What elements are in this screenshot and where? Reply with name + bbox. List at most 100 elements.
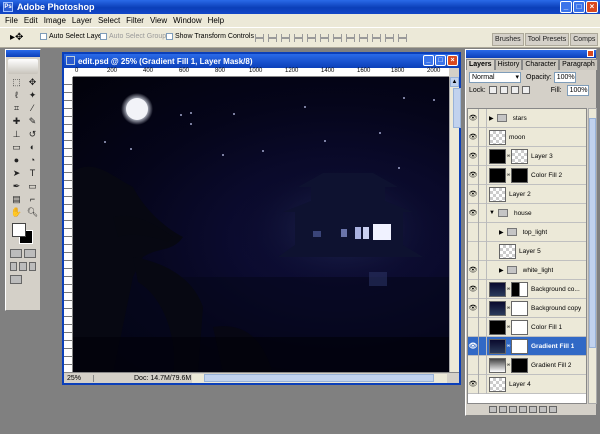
magic-wand-tool-icon[interactable]: ✦ xyxy=(26,90,39,101)
crop-tool-icon[interactable]: ⌗ xyxy=(10,103,23,114)
delete-layer-icon[interactable] xyxy=(549,405,557,413)
tab-history[interactable]: History xyxy=(494,59,523,70)
menu-edit[interactable]: Edit xyxy=(21,16,41,25)
doc-close-button[interactable]: × xyxy=(447,55,458,66)
tab-paragraph[interactable]: Paragraph xyxy=(559,59,598,70)
layer-thumbnail[interactable] xyxy=(489,186,506,202)
layers-palette-title-bar[interactable] xyxy=(466,50,596,58)
eyedropper-tool-icon[interactable]: ⌐ xyxy=(26,194,39,205)
layer-mask-thumbnail[interactable] xyxy=(511,319,528,335)
maximize-button[interactable]: □ xyxy=(573,1,585,13)
layer-mask-thumbnail[interactable] xyxy=(511,148,528,164)
layer-link-slot[interactable] xyxy=(479,336,487,356)
tab-character[interactable]: Character xyxy=(522,59,560,70)
healing-brush-tool-icon[interactable]: ✚ xyxy=(10,116,23,127)
layer-link-slot[interactable] xyxy=(479,165,487,185)
fill-field[interactable]: 100% xyxy=(566,84,589,96)
menu-file[interactable]: File xyxy=(2,16,21,25)
menu-filter[interactable]: Filter xyxy=(123,16,147,25)
clone-stamp-tool-icon[interactable]: ⊥ xyxy=(10,129,23,140)
foreground-color-swatch[interactable] xyxy=(12,223,26,237)
align-bottom-icon[interactable] xyxy=(281,34,290,42)
layer-link-slot[interactable] xyxy=(479,355,487,375)
distribute-left-icon[interactable] xyxy=(372,34,381,42)
lock-transparency-icon[interactable] xyxy=(488,86,497,94)
move-tool-icon[interactable]: ✥ xyxy=(26,77,39,88)
layers-scroll-thumb[interactable] xyxy=(589,118,596,348)
layer-row[interactable]: 👁︎ ▶ stars xyxy=(468,109,586,128)
tab-layers[interactable]: Layers xyxy=(466,59,495,70)
toolbox-title-bar[interactable] xyxy=(6,50,40,57)
menu-window[interactable]: Window xyxy=(170,16,204,25)
scroll-up-arrow-icon[interactable]: ▲ xyxy=(450,77,459,87)
layer-mask-thumbnail[interactable] xyxy=(511,357,528,373)
distribute-top-icon[interactable] xyxy=(333,34,342,42)
lock-all-icon[interactable] xyxy=(521,86,530,94)
history-brush-tool-icon[interactable]: ↺ xyxy=(26,129,39,140)
expand-triangle-closed-icon[interactable]: ▶ xyxy=(499,267,504,274)
visibility-eye-icon[interactable]: 👁︎ xyxy=(468,127,479,147)
ruler-origin[interactable] xyxy=(64,68,73,77)
layer-link-slot[interactable] xyxy=(479,260,487,280)
visibility-eye-icon[interactable]: 👁︎ xyxy=(468,260,479,280)
dodge-tool-icon[interactable]: ◔ xyxy=(26,155,39,166)
document-title-bar[interactable]: edit.psd @ 25% (Gradient Fill 1, Layer M… xyxy=(64,54,459,68)
auto-select-layer-checkbox[interactable] xyxy=(40,33,47,40)
auto-select-groups-checkbox[interactable] xyxy=(100,33,107,40)
visibility-eye-icon[interactable]: 👁︎ xyxy=(468,146,479,166)
jump-to-imageready-icon[interactable] xyxy=(10,275,22,284)
move-tool-icon[interactable]: ▸✥ xyxy=(10,32,23,43)
add-mask-icon[interactable] xyxy=(509,405,517,413)
menu-layer[interactable]: Layer xyxy=(69,16,95,25)
layer-thumbnail[interactable] xyxy=(489,376,506,392)
visibility-eye-icon[interactable]: 👁︎ xyxy=(468,336,479,356)
menu-select[interactable]: Select xyxy=(95,16,123,25)
menu-image[interactable]: Image xyxy=(41,16,69,25)
new-layer-icon[interactable] xyxy=(539,405,547,413)
layer-thumbnail[interactable] xyxy=(489,300,506,316)
new-group-icon[interactable] xyxy=(519,405,527,413)
visibility-eye-icon[interactable] xyxy=(468,222,479,242)
full-screen-mode-icon[interactable] xyxy=(28,262,36,271)
layer-mask-thumbnail[interactable] xyxy=(511,300,528,316)
lock-position-icon[interactable] xyxy=(510,86,519,94)
align-center-icon[interactable] xyxy=(307,34,316,42)
layer-row[interactable]: 👁︎ ▼ house xyxy=(468,203,586,223)
visibility-eye-icon[interactable]: 👁︎ xyxy=(468,184,479,204)
visibility-eye-icon[interactable] xyxy=(468,355,479,375)
layer-link-slot[interactable] xyxy=(479,222,487,242)
align-left-icon[interactable] xyxy=(294,34,303,42)
distribute-middle-icon[interactable] xyxy=(346,34,355,42)
blend-mode-select[interactable]: Normal xyxy=(469,71,521,83)
layer-row[interactable]: 👁︎ Layer 4 xyxy=(468,374,586,394)
distribute-center-icon[interactable] xyxy=(385,34,394,42)
document-vertical-scrollbar[interactable]: ▲ xyxy=(449,77,461,374)
full-screen-menu-mode-icon[interactable] xyxy=(19,262,27,271)
pen-tool-icon[interactable]: ✒ xyxy=(10,181,23,192)
layer-row[interactable]: 👁︎ ∞ Color Fill 2 xyxy=(468,165,586,185)
lock-pixels-icon[interactable] xyxy=(499,86,508,94)
layer-row[interactable]: 👁︎ ∞ Layer 3 xyxy=(468,146,586,166)
layer-link-slot[interactable] xyxy=(479,298,487,318)
layer-link-slot[interactable] xyxy=(479,109,487,128)
horizontal-ruler[interactable]: 0 200 400 600 800 1000 1200 1400 1600 18… xyxy=(73,68,449,77)
layer-thumbnail[interactable] xyxy=(499,243,516,259)
paint-bucket-tool-icon[interactable]: ◐ xyxy=(26,142,39,153)
layer-link-slot[interactable] xyxy=(479,203,487,223)
layer-row[interactable]: ∞ Color Fill 1 xyxy=(468,317,586,337)
brushes-tab[interactable]: Brushes xyxy=(492,33,524,46)
auto-select-layer-option[interactable]: Auto Select Layer xyxy=(40,33,104,40)
visibility-eye-icon[interactable]: 👁︎ xyxy=(468,203,479,223)
document-size-info[interactable]: Doc: 14.7M/79.6M xyxy=(134,375,191,382)
visibility-eye-icon[interactable]: 👁︎ xyxy=(468,298,479,318)
layer-link-slot[interactable] xyxy=(479,127,487,147)
layer-thumbnail[interactable] xyxy=(489,338,506,354)
zoom-tool-icon[interactable]: 🔍︎ xyxy=(26,207,39,218)
doc-minimize-button[interactable]: _ xyxy=(423,55,434,66)
menu-help[interactable]: Help xyxy=(205,16,227,25)
adobe-feather-icon[interactable] xyxy=(8,59,38,74)
distribute-right-icon[interactable] xyxy=(398,34,407,42)
layer-thumbnail[interactable] xyxy=(489,357,506,373)
horizontal-scroll-thumb[interactable] xyxy=(204,374,434,382)
adjustment-layer-icon[interactable] xyxy=(529,405,537,413)
